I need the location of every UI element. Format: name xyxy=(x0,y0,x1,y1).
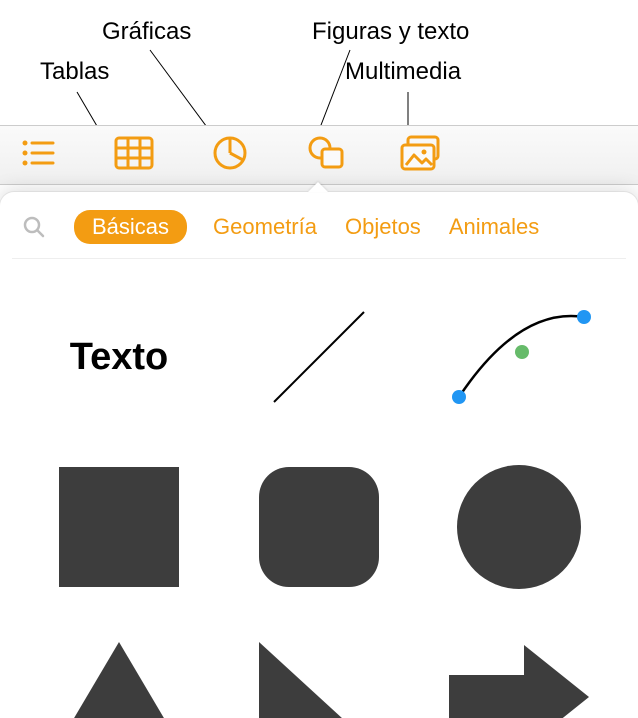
table-icon xyxy=(114,136,154,175)
shape-rounded-square[interactable] xyxy=(234,457,404,597)
category-tabs: Básicas Geometría Objetos Animales xyxy=(12,210,626,259)
popover-arrow xyxy=(308,182,328,192)
insert-media-button[interactable] xyxy=(400,133,444,177)
shape-arrow-right[interactable] xyxy=(434,627,604,718)
tab-animales[interactable]: Animales xyxy=(447,210,541,244)
shape-triangle[interactable] xyxy=(34,627,204,718)
shape-curve[interactable] xyxy=(434,287,604,427)
shape-square[interactable] xyxy=(34,457,204,597)
pie-chart-icon xyxy=(211,134,249,177)
tab-basicas[interactable]: Básicas xyxy=(74,210,187,244)
toolbar xyxy=(0,125,638,185)
list-icon xyxy=(20,138,56,173)
arrow-right-icon xyxy=(444,637,594,718)
insert-table-button[interactable] xyxy=(112,133,156,177)
tab-objetos[interactable]: Objetos xyxy=(343,210,423,244)
shapes-grid: Texto xyxy=(12,259,626,718)
list-view-button[interactable] xyxy=(16,133,60,177)
shape-circle[interactable] xyxy=(434,457,604,597)
right-triangle-icon xyxy=(254,637,384,718)
insert-shape-button[interactable] xyxy=(304,133,348,177)
tab-geometria[interactable]: Geometría xyxy=(211,210,319,244)
rounded-square-icon xyxy=(254,462,384,592)
shapes-icon xyxy=(306,135,346,176)
curve-icon xyxy=(444,297,594,417)
circle-icon xyxy=(454,462,584,592)
shape-line[interactable] xyxy=(234,287,404,427)
search-icon[interactable] xyxy=(22,215,50,239)
text-shape-label: Texto xyxy=(70,336,169,379)
line-icon xyxy=(254,292,384,422)
square-icon xyxy=(54,462,184,592)
shape-text[interactable]: Texto xyxy=(34,287,204,427)
shapes-popover: Básicas Geometría Objetos Animales Texto xyxy=(0,192,638,718)
insert-chart-button[interactable] xyxy=(208,133,252,177)
media-icon xyxy=(400,135,444,176)
triangle-icon xyxy=(49,637,189,718)
shape-right-triangle[interactable] xyxy=(234,627,404,718)
